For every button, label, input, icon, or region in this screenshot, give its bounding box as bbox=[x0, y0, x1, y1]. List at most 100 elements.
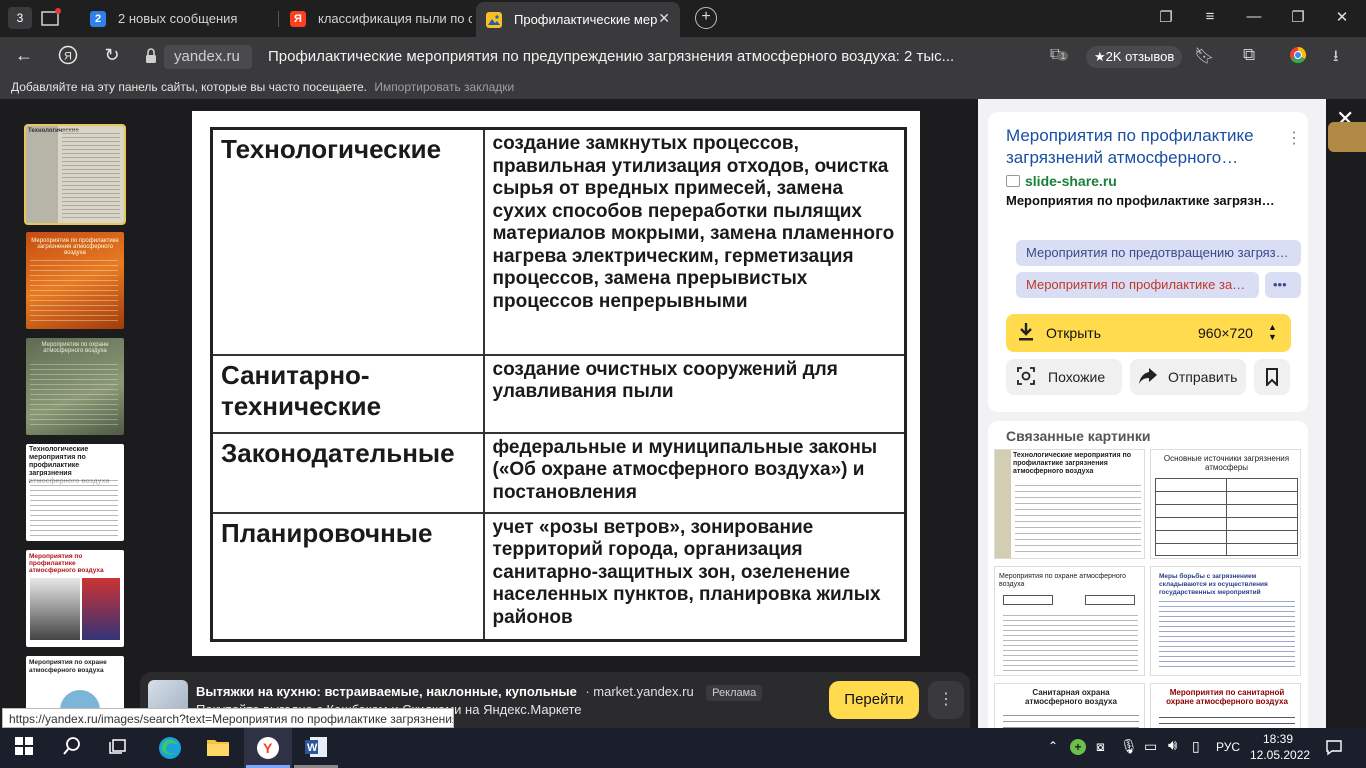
tab-messages[interactable]: 2 2 новых сообщения bbox=[80, 4, 276, 33]
close-icon[interactable]: ✕ bbox=[658, 10, 670, 27]
tab-group-button[interactable]: 3 bbox=[8, 7, 32, 29]
category-cell: Технологические bbox=[210, 127, 485, 356]
tray-device-icon[interactable]: ⧇ bbox=[1096, 738, 1105, 755]
yandex-logo-icon[interactable]: Я bbox=[56, 45, 80, 70]
thumbnail-4[interactable]: Технологические мероприятия по профилакт… bbox=[26, 444, 124, 541]
edge-icon[interactable] bbox=[158, 736, 182, 760]
tab-bar: 3 2 2 новых сообщения Я классификация пы… bbox=[0, 0, 1366, 37]
download-icon[interactable]: ⭳ bbox=[1333, 45, 1339, 72]
related-image[interactable]: Мероприятия по санитарной охране атмосфе… bbox=[1150, 683, 1301, 728]
star-icon: ★ bbox=[1094, 49, 1106, 64]
tab-prevention-measures[interactable]: Профилактические мер ✕ bbox=[476, 2, 680, 37]
source-more-icon[interactable]: ⋮ bbox=[1286, 128, 1302, 148]
source-card: Мероприятия по профилактике загрязнений … bbox=[988, 112, 1308, 412]
windows-start-icon[interactable] bbox=[14, 736, 38, 760]
extensions-icon[interactable]: ⧉1 bbox=[1050, 46, 1069, 64]
image-size-select[interactable]: 960×720 bbox=[1198, 325, 1253, 341]
svg-text:Y: Y bbox=[263, 740, 273, 756]
file-explorer-icon[interactable] bbox=[206, 736, 230, 760]
tray-app-icon[interactable]: + bbox=[1070, 739, 1086, 755]
related-image[interactable]: Меры борьбы с загрязнением складываются … bbox=[1150, 566, 1301, 676]
bookmarks-icon[interactable]: ❐ bbox=[1155, 8, 1177, 26]
restore-icon[interactable]: ❐ bbox=[1287, 8, 1309, 26]
clock[interactable]: 18:39 12.05.2022 bbox=[1250, 731, 1311, 763]
new-tab-button[interactable]: + bbox=[695, 7, 717, 29]
thumbnail-5[interactable]: Мероприятия по профилактике атмосферного… bbox=[26, 550, 124, 647]
thumbnail-6[interactable]: Мероприятия по охране атмосферного возду… bbox=[26, 656, 124, 716]
thumbnail-1[interactable]: Технологические bbox=[24, 124, 126, 225]
word-icon[interactable]: W bbox=[304, 736, 328, 760]
related-heading: Связанные картинки bbox=[1006, 428, 1151, 444]
share-icon bbox=[1138, 367, 1158, 388]
description-cell: создание очистных сооружений для улавлив… bbox=[482, 353, 907, 434]
related-image[interactable]: Основные источники загрязнения атмосферы bbox=[1150, 449, 1301, 559]
tab-label: классификация пыли по с bbox=[318, 11, 472, 26]
clock-date: 12.05.2022 bbox=[1250, 748, 1311, 762]
status-url: https://yandex.ru/images/search?text=Мер… bbox=[2, 708, 454, 728]
yandex-icon: Я bbox=[290, 10, 306, 27]
related-query-chip[interactable]: Мероприятия по предотвращению загряз… bbox=[1016, 240, 1301, 266]
language-indicator[interactable]: РУС bbox=[1216, 740, 1240, 754]
related-image[interactable]: Технологические мероприятия по профилакт… bbox=[994, 449, 1145, 559]
ad-more-icon[interactable]: ⋮ bbox=[928, 681, 964, 719]
tab-label: Профилактические мер bbox=[514, 12, 658, 27]
similar-button[interactable]: Похожие bbox=[1006, 359, 1122, 395]
tab-dust-classification[interactable]: Я классификация пыли по с bbox=[280, 4, 472, 33]
save-bookmark-button[interactable] bbox=[1254, 359, 1290, 395]
share-button[interactable]: Отправить bbox=[1130, 359, 1246, 395]
source-domain[interactable]: slide-share.ru bbox=[1025, 173, 1117, 189]
battery-icon[interactable]: ▯ bbox=[1192, 738, 1200, 755]
messages-icon: 2 bbox=[90, 10, 106, 27]
ad-badge: Реклама bbox=[706, 685, 763, 701]
ad-title[interactable]: Вытяжки на кухню: встраиваемые, наклонны… bbox=[196, 684, 577, 699]
source-description: Мероприятия по профилактике загрязн… bbox=[1006, 193, 1275, 208]
size-stepper-icon[interactable]: ▲ ▼ bbox=[1268, 322, 1277, 342]
thumbnail-2[interactable]: Мероприятия по профилактике загрязнения … bbox=[26, 232, 124, 329]
table-row: Планировочные учет «розы ветров», зониро… bbox=[210, 511, 907, 642]
download-icon bbox=[1018, 322, 1034, 347]
bookmark-icon[interactable]: 🔖︎ bbox=[1194, 46, 1214, 66]
url-domain[interactable]: yandex.ru bbox=[174, 48, 240, 65]
ad-go-button[interactable]: Перейти bbox=[829, 681, 919, 719]
related-query-chip[interactable]: Мероприятия по профилактике за… bbox=[1016, 272, 1259, 298]
related-images-card: Связанные картинки Технологические мероп… bbox=[988, 421, 1308, 728]
reload-icon[interactable]: ↻ bbox=[100, 45, 124, 66]
slide-image: Технологические создание замкнутых проце… bbox=[192, 111, 920, 656]
reviews-badge[interactable]: ★2K отзывов bbox=[1086, 46, 1183, 68]
open-label: Открыть bbox=[1046, 325, 1101, 341]
collections-icon[interactable]: ⧉ bbox=[1243, 45, 1255, 65]
ad-source: · market.yandex.ru bbox=[585, 684, 694, 699]
minimize-icon[interactable]: — bbox=[1243, 8, 1265, 25]
volume-icon[interactable]: 🔊︎ bbox=[1168, 737, 1177, 754]
address-bar: ← Я ↻ yandex.ru Профилактические меропри… bbox=[0, 37, 1366, 77]
tray-chevron-icon[interactable]: ⌃ bbox=[1048, 739, 1058, 753]
lock-icon bbox=[144, 48, 158, 69]
task-view-icon[interactable] bbox=[108, 736, 132, 760]
menu-icon[interactable]: ≡ bbox=[1199, 8, 1221, 25]
lens-icon bbox=[1016, 366, 1036, 389]
protect-icon[interactable] bbox=[1288, 45, 1308, 70]
notifications-icon[interactable] bbox=[1325, 738, 1343, 761]
svg-text:Я: Я bbox=[64, 51, 72, 63]
microphone-icon[interactable]: 🎙︎ bbox=[1120, 738, 1138, 755]
info-panel: Мероприятия по профилактике загрязнений … bbox=[978, 99, 1326, 728]
yandex-browser-icon[interactable]: Y bbox=[256, 736, 280, 760]
table-row: Законодательные федеральные и муниципаль… bbox=[210, 431, 907, 514]
thumbnail-3[interactable]: Мероприятия по охране атмосферного возду… bbox=[26, 338, 124, 435]
open-button[interactable]: Открыть 960×720 ▲ ▼ bbox=[1006, 314, 1291, 352]
side-toggle[interactable] bbox=[1328, 122, 1366, 152]
category-cell: Санитарно-технические bbox=[210, 353, 485, 434]
close-window-icon[interactable]: ✕ bbox=[1331, 8, 1353, 26]
search-icon[interactable] bbox=[62, 736, 86, 760]
source-title-link[interactable]: Мероприятия по профилактике загрязнений … bbox=[1006, 125, 1276, 169]
network-icon[interactable]: ▭ bbox=[1144, 738, 1157, 755]
more-chips-button[interactable]: ••• bbox=[1265, 272, 1301, 298]
bookmarks-bar: Добавляйте на эту панель сайты, которые … bbox=[0, 77, 1366, 99]
description-cell: учет «розы ветров», зонирование территор… bbox=[482, 511, 907, 642]
back-icon[interactable]: ← bbox=[12, 45, 36, 66]
new-tab-group-icon[interactable] bbox=[40, 8, 62, 28]
import-bookmarks-link[interactable]: Импортировать закладки bbox=[374, 80, 514, 94]
related-image[interactable]: Санитарная охрана атмосферного воздуха bbox=[994, 683, 1145, 728]
category-cell: Планировочные bbox=[210, 511, 485, 642]
related-image[interactable]: Мероприятия по охране атмосферного возду… bbox=[994, 566, 1145, 676]
